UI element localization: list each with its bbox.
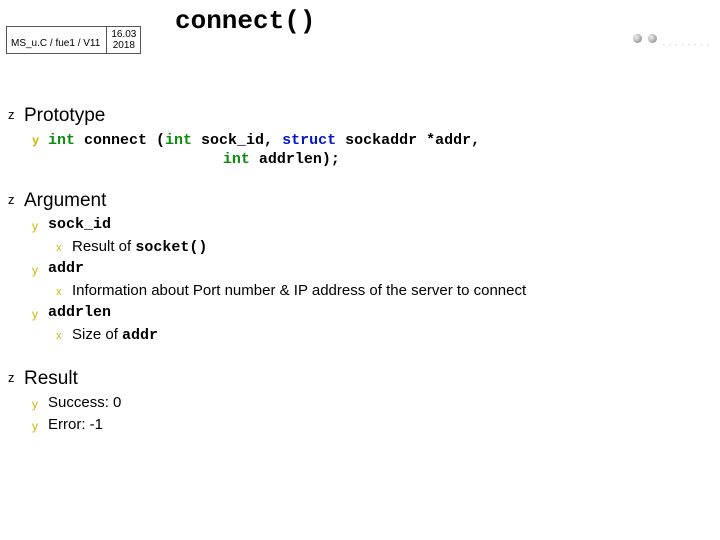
kw-int: int [223, 151, 250, 168]
slide-decoration: - - - - - - - - [633, 28, 710, 49]
kw-int: int [165, 132, 192, 149]
arg-name-row: y addrlen [32, 304, 700, 324]
arg-desc: Size of addr [72, 326, 158, 344]
arg-name: addr [48, 260, 84, 277]
header-date: 16.03 2018 [107, 27, 140, 53]
result-text: Error: -1 [48, 416, 103, 433]
dot-icon [648, 34, 657, 43]
bullet-y-icon: y [32, 416, 48, 436]
arg-desc: Result of socket() [72, 238, 207, 256]
prototype-code: yint connect (int sock_id, struct sockad… [8, 131, 700, 168]
kw-struct: struct [282, 132, 336, 149]
arg-desc-row: x Size of addr [56, 326, 700, 346]
bullet-x-icon: x [56, 282, 72, 302]
kw-int: int [48, 132, 75, 149]
section-result: z Result y Success: 0 y Error: -1 [8, 368, 700, 436]
bullet-z-icon: z [8, 105, 24, 125]
result-text: Success: 0 [48, 394, 121, 411]
section-argument: z Argument y sock_id x Result of socket(… [8, 190, 700, 346]
arg-name-row: y sock_id [32, 216, 700, 236]
proto-line-1: yint connect (int sock_id, struct sockad… [32, 131, 700, 151]
arg-desc-row: x Result of socket() [56, 238, 700, 258]
dot-icon [633, 34, 642, 43]
code-text: sock_id, [192, 132, 282, 149]
bullet-z-icon: z [8, 368, 24, 388]
arg-desc: Information about Port number & IP addre… [72, 282, 526, 300]
dashes-icon: - - - - - - - - [663, 42, 710, 49]
heading-row: z Prototype [8, 105, 700, 127]
arg-desc-text: Result of [72, 238, 135, 255]
slide: MS_u.C / fue1 / V11 16.03 2018 connect()… [0, 0, 720, 540]
section-prototype: z Prototype yint connect (int sock_id, s… [8, 105, 700, 168]
arg-desc-row: x Information about Port number & IP add… [56, 282, 700, 302]
bullet-z-icon: z [8, 190, 24, 210]
course-code: MS_u.C / fue1 / V11 [7, 27, 107, 53]
arg-name: addrlen [48, 304, 111, 321]
heading-argument: Argument [24, 190, 106, 212]
heading-result: Result [24, 368, 78, 390]
proto-line-2: int addrlen); [223, 151, 700, 168]
header-badge: MS_u.C / fue1 / V11 16.03 2018 [6, 26, 141, 54]
arg-name: sock_id [48, 216, 111, 233]
bullet-y-icon: y [32, 394, 48, 414]
date-bottom: 2018 [113, 40, 135, 51]
content-area: z Prototype yint connect (int sock_id, s… [8, 105, 700, 458]
heading-row: z Result [8, 368, 700, 390]
bullet-x-icon: x [56, 326, 72, 346]
code-text: connect ( [75, 132, 165, 149]
bullet-y-icon: y [32, 216, 48, 236]
bullet-y-icon: y [32, 260, 48, 280]
arg-desc-code: socket() [135, 239, 207, 256]
heading-prototype: Prototype [24, 105, 105, 127]
code-text: addrlen); [250, 151, 340, 168]
arg-desc-text: Size of [72, 326, 122, 343]
arg-desc-text: Information about Port number & IP addre… [72, 282, 526, 299]
date-top: 16.03 [111, 29, 136, 40]
result-row: y Error: -1 [32, 416, 700, 436]
arg-desc-code: addr [122, 327, 158, 344]
page-title: connect() [175, 6, 315, 36]
code-text: sockaddr *addr, [336, 132, 480, 149]
result-row: y Success: 0 [32, 394, 700, 414]
bullet-x-icon: x [56, 238, 72, 258]
bullet-y-icon: y [32, 304, 48, 324]
bullet-y-icon: y [32, 131, 48, 151]
heading-row: z Argument [8, 190, 700, 212]
arg-name-row: y addr [32, 260, 700, 280]
